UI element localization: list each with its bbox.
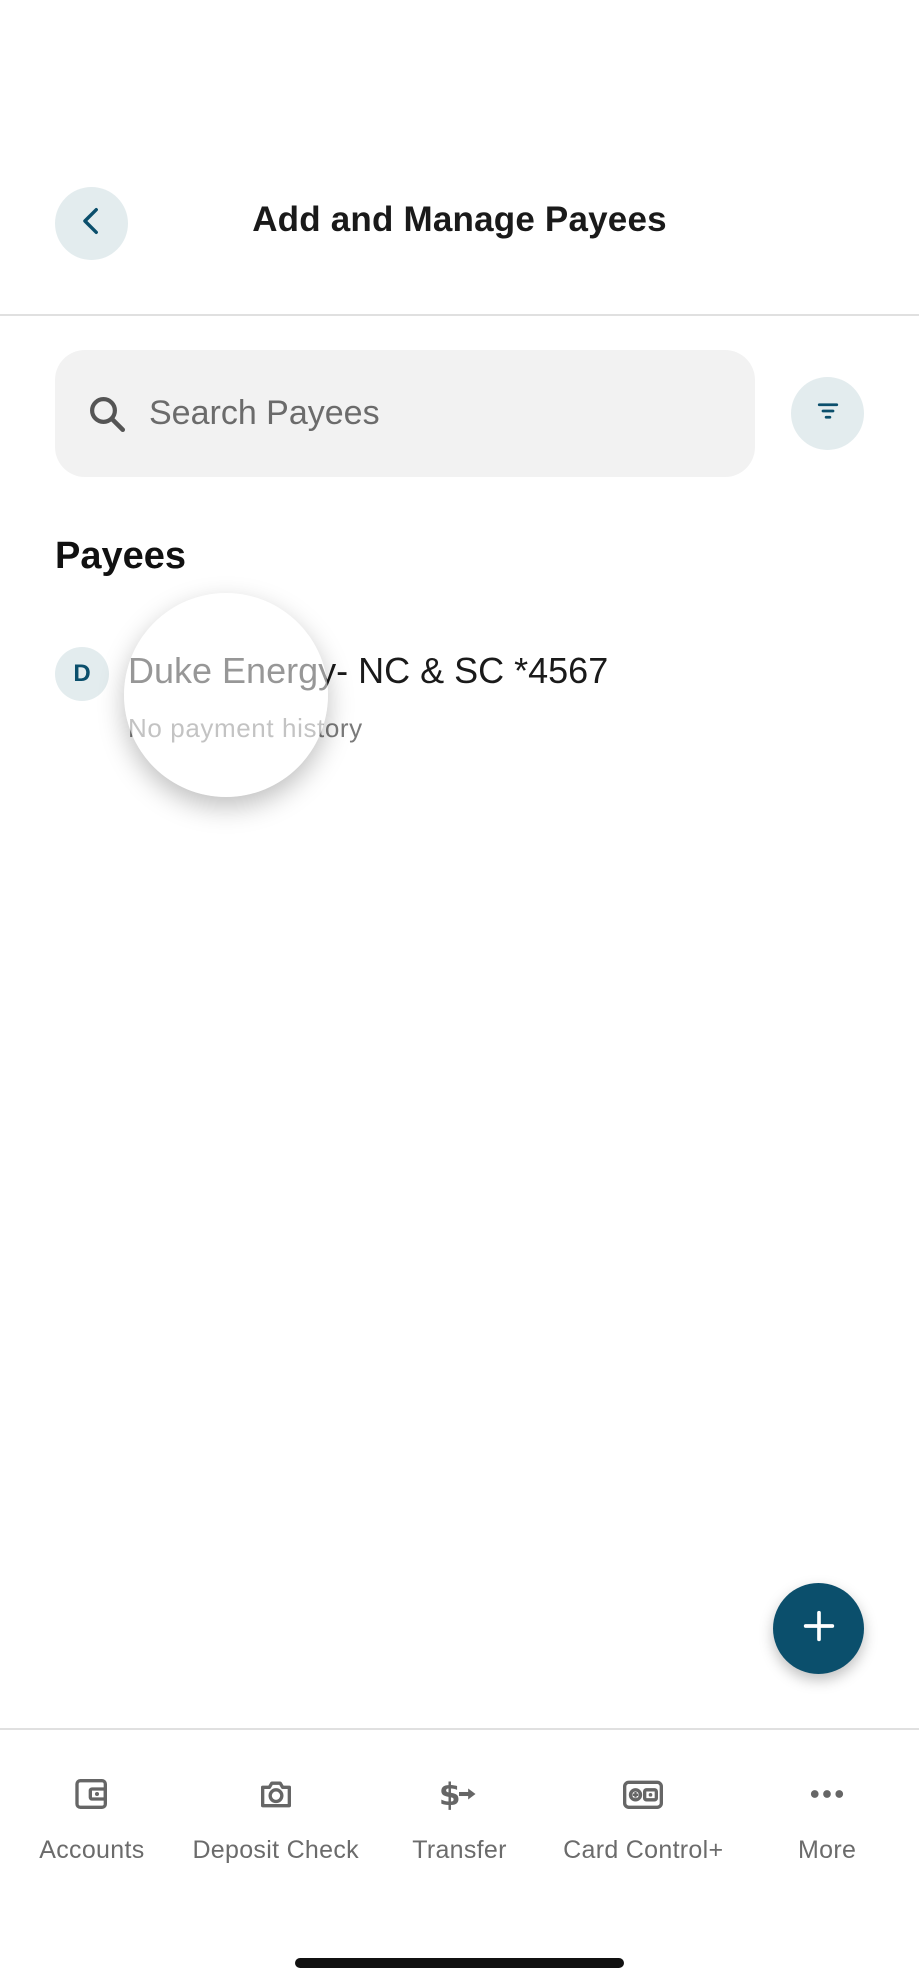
svg-text:$: $ [439,1777,461,1813]
nav-label-more: More [798,1836,857,1864]
camera-icon [254,1772,298,1816]
nav-item-card-control[interactable]: Card Control+ [551,1730,735,1880]
plus-icon [799,1606,839,1651]
add-payee-button[interactable] [773,1583,864,1674]
search-bar[interactable] [55,350,755,477]
nav-label-accounts: Accounts [39,1836,145,1864]
nav-label-transfer: Transfer [412,1836,507,1864]
card-control-icon [621,1772,665,1816]
filter-button[interactable] [791,377,864,450]
page-title: Add and Manage Payees [252,200,667,239]
bottom-nav: Accounts Deposit Check $ Transfer Card C… [0,1730,919,1880]
nav-item-deposit-check[interactable]: Deposit Check [184,1730,368,1880]
header-divider [0,314,919,316]
filter-icon [813,396,843,431]
search-icon [85,392,129,436]
home-indicator[interactable] [295,1958,624,1968]
screen: Add and Manage Payees Payees D Duke Ener… [0,0,919,1980]
payee-subtitle: No payment history [128,713,363,743]
more-dots-icon [805,1772,849,1816]
payees-section-title: Payees [55,535,187,577]
nav-item-accounts[interactable]: Accounts [0,1730,184,1880]
nav-label-deposit-check: Deposit Check [192,1836,359,1864]
nav-item-transfer[interactable]: $ Transfer [368,1730,552,1880]
wallet-icon [70,1772,114,1816]
payee-list-item[interactable]: D Duke Energy- NC & SC *4567 No payment … [55,640,865,750]
payee-avatar: D [55,647,109,701]
payee-name: Duke Energy- NC & SC *4567 [128,650,609,691]
search-input[interactable] [149,394,709,433]
nav-label-card-control: Card Control+ [563,1836,724,1864]
dollar-transfer-icon: $ [437,1772,481,1816]
nav-item-more[interactable]: More [735,1730,919,1880]
